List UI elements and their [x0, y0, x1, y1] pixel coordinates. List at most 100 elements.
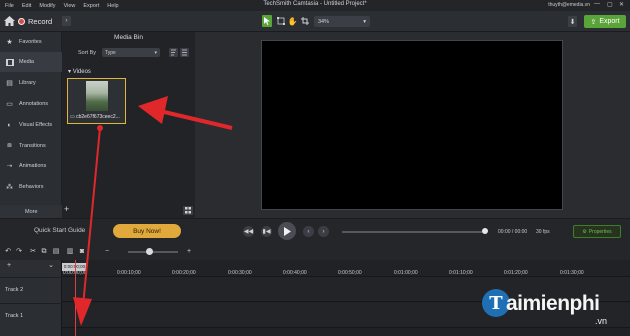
- crop-tool-button[interactable]: [300, 16, 309, 26]
- user-account[interactable]: thuyth@emedia.vn: [548, 2, 590, 8]
- timeline-zoom-handle[interactable]: [146, 248, 153, 255]
- main-toolbar: Record › ✋ 34% ▾ ⬇ ⇪ Export: [0, 11, 630, 32]
- menu-file[interactable]: File: [5, 3, 14, 9]
- chevron-left-icon: ‹: [307, 228, 310, 235]
- ruler-tick: 0:00:30;00: [228, 270, 252, 276]
- prev-frame-button[interactable]: ▮◀: [261, 226, 272, 237]
- copy-button[interactable]: ⧉: [40, 248, 48, 256]
- scissors-icon: ✂: [30, 248, 36, 255]
- record-icon: [18, 17, 25, 25]
- minimize-button[interactable]: —: [594, 1, 600, 7]
- annotation-icon: ▭: [6, 101, 13, 108]
- undo-button[interactable]: ↶: [4, 248, 12, 256]
- menu-bar: File Edit Modify View Export Help TechSm…: [0, 0, 630, 11]
- timeline-zoom-slider[interactable]: [128, 251, 178, 253]
- record-button[interactable]: Record: [18, 14, 60, 28]
- menu-export[interactable]: Export: [83, 3, 99, 9]
- add-media-button[interactable]: +: [64, 205, 73, 214]
- menu-edit[interactable]: Edit: [22, 3, 31, 9]
- edit-tool-button[interactable]: [276, 16, 285, 26]
- step-back-button[interactable]: ◀◀: [243, 226, 254, 237]
- chevron-down-icon: ▾: [154, 49, 157, 56]
- prev-button[interactable]: ‹: [303, 226, 314, 237]
- select-tool-button[interactable]: [262, 15, 272, 27]
- cut-button[interactable]: ✂: [29, 248, 37, 256]
- menu-modify[interactable]: Modify: [39, 3, 55, 9]
- undo-icon: ↶: [5, 248, 11, 255]
- track-header-1[interactable]: Track 1: [0, 303, 62, 328]
- redo-button[interactable]: ↷: [15, 248, 23, 256]
- properties-button[interactable]: ⚙ Properties: [573, 225, 621, 238]
- expand-recorder-button[interactable]: ›: [62, 16, 71, 26]
- sidebar-item-behaviors[interactable]: ⁂ Behaviors: [0, 177, 62, 197]
- zoom-out-button[interactable]: −: [103, 248, 111, 256]
- next-button[interactable]: ›: [318, 226, 329, 237]
- watermark-brand: aimienphi: [506, 292, 600, 315]
- maximize-button[interactable]: ▢: [607, 1, 613, 8]
- crop-icon: [300, 17, 309, 25]
- star-icon: ★: [6, 39, 13, 46]
- videos-section-header[interactable]: ▾ Videos: [68, 68, 91, 75]
- sidebar-item-animations[interactable]: ➝ Animations: [0, 156, 62, 176]
- ruler-tick: 0:00:20;00: [172, 270, 196, 276]
- sort-order-button[interactable]: [169, 48, 178, 57]
- home-icon: [3, 16, 15, 26]
- sidebar-item-library[interactable]: ▤ Library: [0, 73, 62, 93]
- collapse-tracks-button[interactable]: ⌄: [47, 262, 55, 270]
- ruler-tick: 0:01:20;00: [504, 270, 528, 276]
- grid-view-button[interactable]: [183, 206, 193, 215]
- timeline-toolbar: ↶ ↷ ✂ ⧉ ▤ ▥ ◙ − +: [0, 244, 630, 260]
- close-button[interactable]: ✕: [619, 1, 624, 8]
- add-track-button[interactable]: +: [5, 262, 13, 270]
- more-label: More: [25, 208, 38, 215]
- timeline-ruler[interactable]: 0:00:00;00 0:00:00;00 0:00:10;00 0:00:20…: [62, 260, 630, 277]
- paste-button[interactable]: ▤: [52, 248, 60, 256]
- snapshot-button[interactable]: ◙: [78, 248, 86, 256]
- sidebar-item-label: Transitions: [19, 143, 46, 149]
- transitions-icon: ⧈: [7, 142, 12, 149]
- play-button[interactable]: [278, 222, 296, 240]
- scrub-handle[interactable]: [482, 228, 488, 234]
- more-button[interactable]: More: [0, 205, 62, 218]
- camera-icon: ◙: [79, 248, 85, 255]
- tools-sidebar: ★ Favorites Media ▤ Library ▭ Annotation…: [0, 32, 62, 218]
- ruler-tick: 0:01:30;00: [560, 270, 584, 276]
- sidebar-item-visual-effects[interactable]: ◐ Visual Effects: [0, 115, 62, 135]
- media-bin-panel: Media Bin Sort By Type ▾ ▾ Videos ▭ cb2e…: [62, 32, 195, 218]
- section-label: Videos: [72, 69, 91, 75]
- sort-dropdown[interactable]: Type ▾: [102, 48, 160, 57]
- menu-help[interactable]: Help: [107, 3, 118, 9]
- download-button[interactable]: ⬇: [568, 16, 577, 27]
- split-button[interactable]: ▥: [66, 248, 74, 256]
- quick-start-guide-button[interactable]: Quick Start Guide: [34, 227, 85, 234]
- sort-icon: [171, 49, 176, 56]
- time-readout: 00:00 / 00:00: [498, 229, 528, 235]
- playhead[interactable]: [75, 260, 76, 336]
- buy-now-button[interactable]: Buy Now!: [113, 224, 181, 238]
- sidebar-item-label: Media: [19, 59, 34, 65]
- chevron-right-icon: ›: [322, 228, 325, 235]
- export-button[interactable]: ⇪ Export: [584, 15, 626, 28]
- zoom-dropdown[interactable]: 34% ▾: [314, 16, 370, 27]
- home-button[interactable]: [3, 15, 15, 27]
- track-header-2[interactable]: Track 2: [0, 277, 62, 302]
- preview-canvas[interactable]: [261, 40, 563, 210]
- sidebar-item-media[interactable]: Media: [0, 52, 62, 72]
- sidebar-item-transitions[interactable]: ⧈ Transitions: [0, 136, 62, 156]
- panel-title: Media Bin: [114, 34, 143, 41]
- sidebar-item-annotations[interactable]: ▭ Annotations: [0, 94, 62, 114]
- sidebar-item-favorites[interactable]: ★ Favorites: [0, 32, 62, 52]
- sidebar-item-label: Library: [19, 80, 36, 86]
- menu-view[interactable]: View: [64, 3, 76, 9]
- pan-tool-button[interactable]: ✋: [288, 16, 298, 26]
- media-clip-thumbnail[interactable]: ▭ cb2e67f673ceec2...: [67, 78, 126, 124]
- paste-icon: ▤: [52, 248, 60, 255]
- zoom-value: 34%: [318, 18, 330, 25]
- prev-frame-icon: ▮◀: [262, 229, 271, 235]
- zoom-in-button[interactable]: +: [185, 248, 193, 256]
- view-options-button[interactable]: [180, 48, 189, 57]
- record-label: Record: [28, 16, 53, 26]
- scrub-bar[interactable]: [342, 231, 486, 233]
- chevron-down-icon: ▾: [363, 18, 366, 25]
- ruler-tick: 0:00:10;00: [117, 270, 141, 276]
